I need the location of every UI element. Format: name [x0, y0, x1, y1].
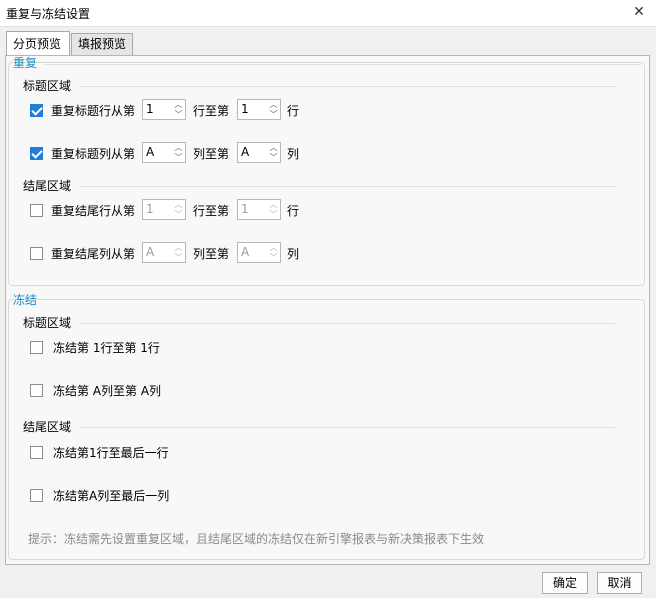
- repeat-header-row-mid: 行至第: [193, 104, 230, 118]
- freeze-footer-row: 冻结第1行至最后一行: [6, 441, 646, 463]
- freeze-header-row: 冻结第 1行至第 1行: [6, 336, 646, 358]
- repeat-header-divider: [80, 86, 615, 87]
- repeat-header-row-end: 行: [287, 104, 300, 118]
- repeat-footer-row-end: 行: [287, 204, 300, 218]
- spinner-value: 1: [241, 102, 249, 116]
- chevron-down-icon: ﹀: [269, 210, 278, 219]
- title-bar: 重复与冻结设置 ✕: [0, 0, 656, 27]
- spinner-value: 1: [146, 202, 154, 216]
- chevron-up-icon[interactable]: ︿: [172, 143, 185, 152]
- repeat-header-row-from-spinner[interactable]: 1 ︿ ﹀: [142, 99, 186, 120]
- freeze-footer-col: 冻结第A列至最后一列: [6, 484, 646, 506]
- freeze-header-row-label: 冻结第 1行至第 1行: [53, 341, 160, 355]
- repeat-header-area-label: 标题区域: [23, 79, 72, 93]
- repeat-header-col: 重复标题列从第 A ︿ ﹀ 列至第 A ︿ ﹀ 列: [6, 142, 646, 164]
- freeze-header-col: 冻结第 A列至第 A列: [6, 379, 646, 401]
- chevron-down-icon[interactable]: ﹀: [267, 110, 280, 119]
- spinner-value: A: [146, 145, 155, 159]
- freeze-header-col-label: 冻结第 A列至第 A列: [53, 384, 162, 398]
- ok-button[interactable]: 确定: [542, 572, 588, 594]
- repeat-footer-col-from-spinner: A ︿ ﹀: [142, 242, 186, 263]
- spinner-value: 1: [241, 202, 249, 216]
- chevron-up-icon[interactable]: ︿: [267, 143, 280, 152]
- repeat-footer-row-label: 重复结尾行从第: [51, 204, 136, 218]
- tab-page-preview[interactable]: 分页预览: [6, 31, 70, 55]
- tab-fill-preview[interactable]: 填报预览: [71, 33, 133, 55]
- repeat-footer-col-label: 重复结尾列从第: [51, 247, 136, 261]
- chevron-up-icon: ︿: [174, 243, 183, 252]
- chevron-down-icon: ﹀: [174, 253, 183, 262]
- repeat-header-col-mid: 列至第: [193, 147, 230, 161]
- repeat-footer-area-label: 结尾区域: [23, 179, 72, 193]
- chevron-up-icon: ︿: [174, 200, 183, 209]
- repeat-footer-col: 重复结尾列从第 A ︿ ﹀ 列至第 A ︿ ﹀ 列: [6, 242, 646, 264]
- freeze-header-col-checkbox[interactable]: [30, 384, 43, 397]
- repeat-footer-row-checkbox[interactable]: [30, 204, 43, 217]
- repeat-footer-col-end: 列: [287, 247, 300, 261]
- repeat-header-col-checkbox[interactable]: [30, 147, 43, 160]
- repeat-footer-col-mid: 列至第: [193, 247, 230, 261]
- spinner-value: A: [241, 245, 250, 259]
- repeat-header-row-label: 重复标题行从第: [51, 104, 136, 118]
- window-title: 重复与冻结设置: [6, 7, 91, 21]
- chevron-up-icon[interactable]: ︿: [172, 100, 185, 109]
- repeat-footer-row-mid: 行至第: [193, 204, 230, 218]
- repeat-footer-col-to-spinner: A ︿ ﹀: [237, 242, 281, 263]
- freeze-group-title: 冻结: [13, 293, 38, 307]
- chevron-up-icon: ︿: [269, 200, 278, 209]
- chevron-up-icon: ︿: [269, 243, 278, 252]
- repeat-group-title: 重复: [13, 56, 38, 70]
- freeze-header-divider: [80, 323, 615, 324]
- spinner-value: A: [241, 145, 250, 159]
- repeat-footer-col-checkbox[interactable]: [30, 247, 43, 260]
- repeat-header-row-to-spinner[interactable]: 1 ︿ ﹀: [237, 99, 281, 120]
- freeze-footer-col-checkbox[interactable]: [30, 489, 43, 502]
- chevron-down-icon[interactable]: ﹀: [267, 153, 280, 162]
- freeze-footer-area-label: 结尾区域: [23, 420, 72, 434]
- freeze-header-row-checkbox[interactable]: [30, 341, 43, 354]
- spinner-value: 1: [146, 102, 154, 116]
- repeat-header-row-checkbox[interactable]: [30, 104, 43, 117]
- freeze-footer-row-checkbox[interactable]: [30, 446, 43, 459]
- repeat-footer-row: 重复结尾行从第 1 ︿ ﹀ 行至第 1 ︿ ﹀ 行: [6, 199, 646, 221]
- freeze-footer-row-label: 冻结第1行至最后一行: [53, 446, 169, 460]
- repeat-header-row: 重复标题行从第 1 ︿ ﹀ 行至第 1 ︿ ﹀ 行: [6, 99, 646, 121]
- repeat-footer-row-to-spinner: 1 ︿ ﹀: [237, 199, 281, 220]
- close-icon[interactable]: ✕: [630, 3, 648, 21]
- repeat-header-col-to-spinner[interactable]: A ︿ ﹀: [237, 142, 281, 163]
- spinner-value: A: [146, 245, 155, 259]
- freeze-footer-col-label: 冻结第A列至最后一列: [53, 489, 170, 503]
- freeze-footer-divider: [80, 427, 615, 428]
- hint-text: 提示：冻结需先设置重复区域，且结尾区域的冻结仅在新引擎报表与新决策报表下生效: [28, 532, 485, 546]
- repeat-title-divider: [44, 64, 641, 65]
- chevron-down-icon[interactable]: ﹀: [172, 110, 185, 119]
- repeat-footer-row-from-spinner: 1 ︿ ﹀: [142, 199, 186, 220]
- chevron-down-icon: ﹀: [269, 253, 278, 262]
- repeat-footer-divider: [80, 186, 615, 187]
- freeze-header-area-label: 标题区域: [23, 316, 72, 330]
- chevron-down-icon: ﹀: [174, 210, 183, 219]
- chevron-up-icon[interactable]: ︿: [267, 100, 280, 109]
- repeat-header-col-label: 重复标题列从第: [51, 147, 136, 161]
- cancel-button[interactable]: 取消: [597, 572, 642, 594]
- tab-panel: 重复 标题区域 重复标题行从第 1 ︿ ﹀ 行至第 1 ︿ ﹀ 行 重复标题列从第 …: [5, 55, 650, 565]
- repeat-header-col-from-spinner[interactable]: A ︿ ﹀: [142, 142, 186, 163]
- chevron-down-icon[interactable]: ﹀: [172, 153, 185, 162]
- repeat-header-col-end: 列: [287, 147, 300, 161]
